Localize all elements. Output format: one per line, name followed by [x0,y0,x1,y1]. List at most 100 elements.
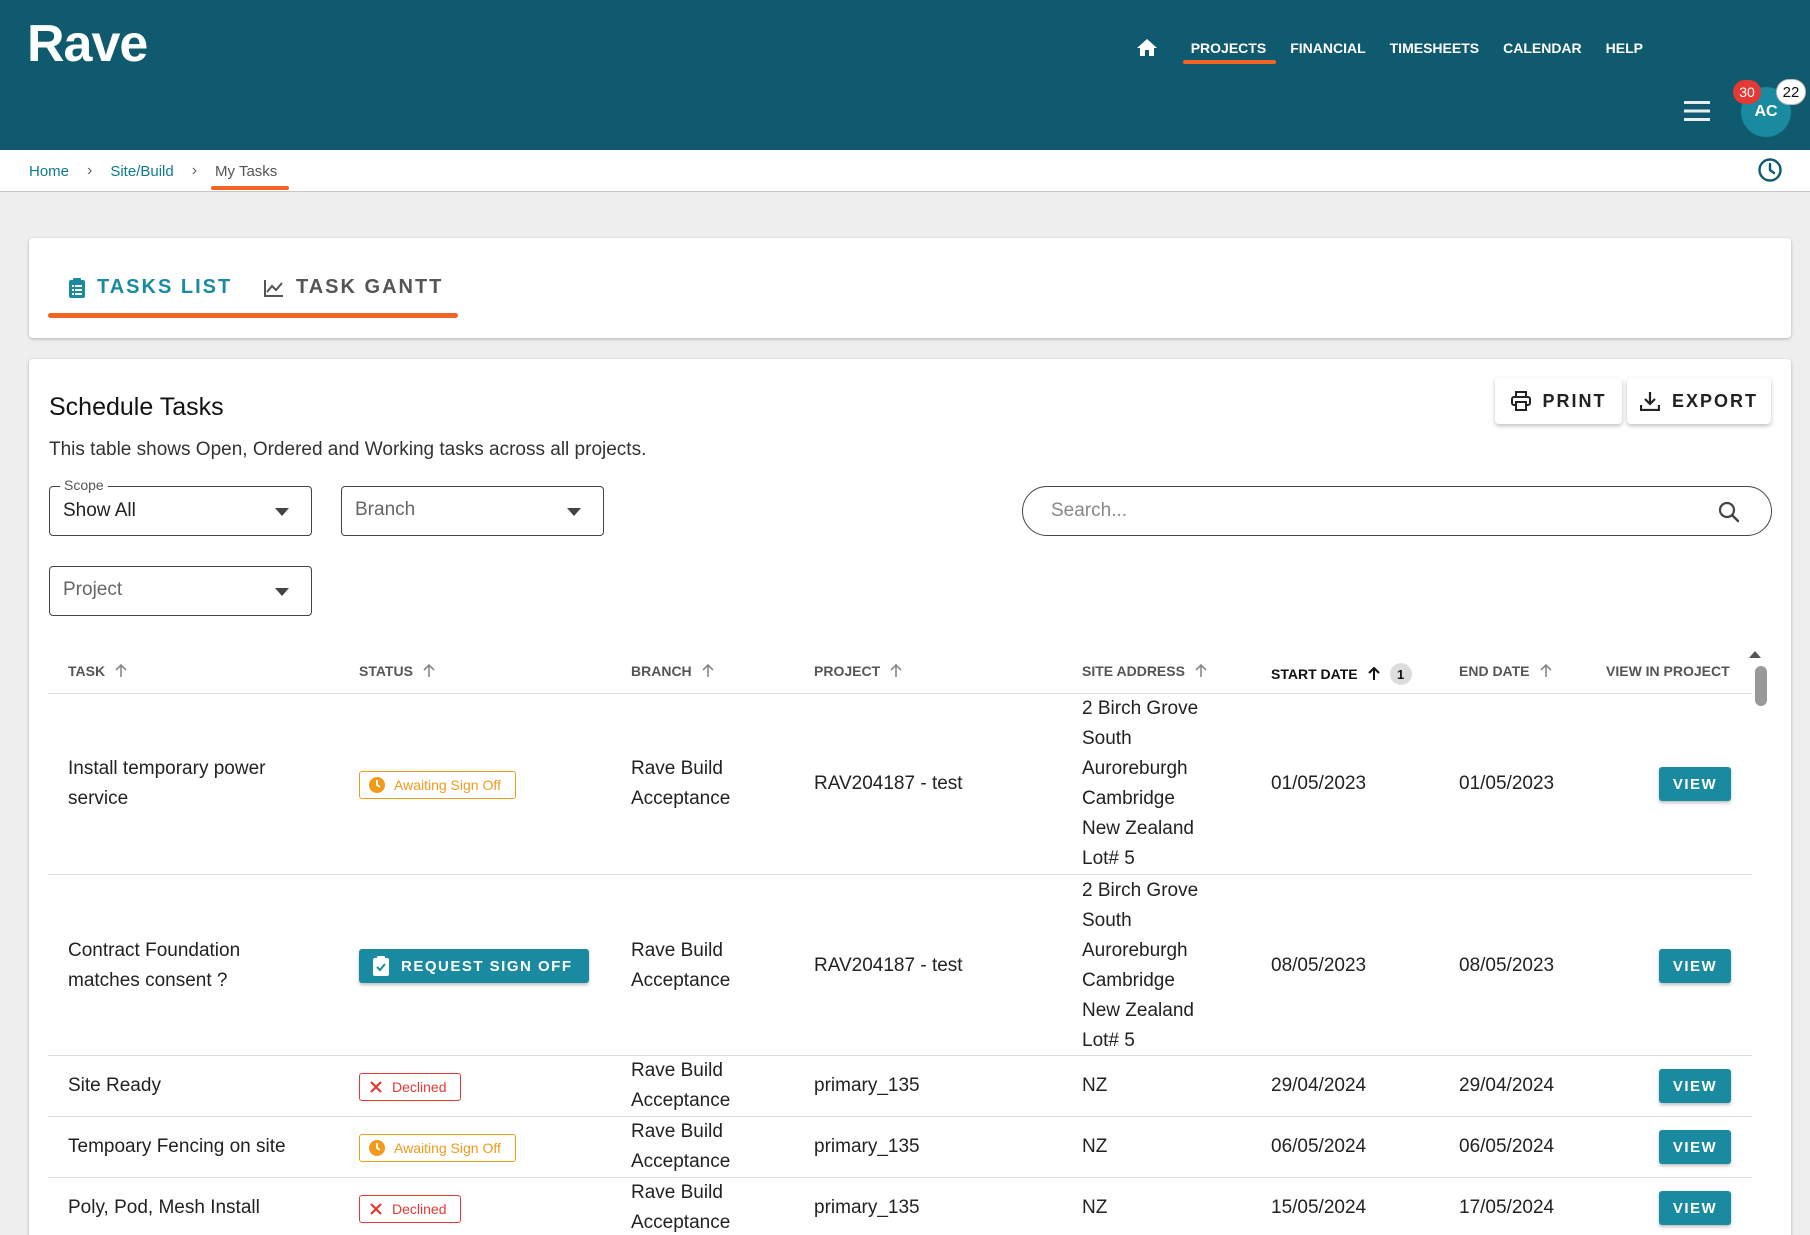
site-address-cell: NZ [1082,1136,1108,1157]
site-address-cell: 2 Birch Grove South Auroreburgh Cambridg… [1082,698,1199,869]
request-sign-off-label: REQUEST SIGN OFF [401,957,573,975]
table-header: TASK STATUS BRANCH PROJECT SITE ADDRESS … [48,649,1752,694]
sort-arrow-up-icon [702,664,714,677]
column-header-end-date[interactable]: END DATE [1459,663,1552,679]
table-row: Contract Foundation matches consent ? RE… [48,875,1752,1056]
close-icon [370,1081,382,1093]
breadcrumb-bar: Home › Site/Build › My Tasks [0,150,1810,192]
end-date-cell: 01/05/2023 [1459,773,1555,794]
project-cell: primary_135 [814,1197,920,1218]
main-nav: PROJECTS FINANCIAL TIMESHEETS CALENDAR H… [1135,36,1655,64]
task-cell: Tempoary Fencing on site [68,1136,286,1157]
view-button[interactable]: VIEW [1659,1069,1731,1103]
nav-timesheets[interactable]: TIMESHEETS [1390,38,1479,58]
table-row: Site Ready Declined Rave Build Acceptanc… [48,1056,1752,1117]
view-button[interactable]: VIEW [1659,1191,1731,1225]
start-date-cell: 06/05/2024 [1271,1136,1367,1157]
message-count-badge[interactable]: 22 [1776,79,1806,105]
scope-select[interactable]: Scope Show All [49,477,312,536]
branch-cell: Rave Build Acceptance [631,1060,731,1111]
breadcrumb-current: My Tasks [211,162,290,190]
status-badge-declined: Declined [359,1073,462,1101]
tab-tasks-list[interactable]: TASKS LIST [69,276,232,299]
column-header-view-in-project: VIEW IN PROJECT [1606,663,1730,679]
nav-help[interactable]: HELP [1606,38,1643,58]
nav-calendar[interactable]: CALENDAR [1503,38,1582,58]
table-row: Poly, Pod, Mesh Install Declined Rave Bu… [48,1178,1752,1235]
column-header-project[interactable]: PROJECT [814,663,902,679]
project-select[interactable]: Project [49,566,312,616]
branch-placeholder: Branch [355,499,416,520]
view-button[interactable]: VIEW [1659,1130,1731,1164]
breadcrumb-home[interactable]: Home [29,163,69,180]
view-button[interactable]: VIEW [1659,767,1731,801]
status-badge-awaiting: Awaiting Sign Off [359,1134,516,1162]
home-icon[interactable] [1135,36,1159,60]
schedule-tasks-card: Schedule Tasks This table shows Open, Or… [29,359,1791,1235]
column-header-task-label: TASK [68,663,106,679]
column-header-end-date-label: END DATE [1459,663,1530,679]
print-button[interactable]: PRINT [1495,378,1622,424]
project-cell: primary_135 [814,1136,920,1157]
status-badge-declined: Declined [359,1195,462,1223]
start-date-cell: 01/05/2023 [1271,773,1367,794]
column-header-status[interactable]: STATUS [359,663,435,679]
nav-financial[interactable]: FINANCIAL [1290,38,1365,58]
project-cell: RAV204187 - test [814,773,963,794]
project-placeholder: Project [63,579,123,600]
column-header-task[interactable]: TASK [68,663,127,679]
column-header-branch[interactable]: BRANCH [631,663,714,679]
tab-task-gantt-label: TASK GANTT [296,276,444,298]
project-cell: primary_135 [814,1075,920,1096]
hamburger-menu-icon[interactable] [1684,100,1710,122]
notification-count-badge[interactable]: 30 [1733,80,1761,104]
nav-projects[interactable]: PROJECTS [1182,38,1277,64]
status-label: Awaiting Sign Off [394,777,501,793]
column-header-start-date[interactable]: START DATE 1 [1271,663,1412,685]
clipboard-list-icon [69,277,85,298]
column-header-branch-label: BRANCH [631,663,692,679]
column-header-view-label: VIEW IN PROJECT [1606,663,1730,679]
history-clock-icon[interactable] [1757,157,1783,183]
end-date-cell: 08/05/2023 [1459,955,1555,976]
breadcrumb-site-build[interactable]: Site/Build [110,163,173,180]
task-cell: Contract Foundation matches consent ? [68,940,241,991]
scope-label: Scope [60,477,108,493]
branch-select[interactable]: Branch [341,486,604,536]
end-date-cell: 29/04/2024 [1459,1075,1555,1096]
line-chart-icon [264,279,283,297]
caret-down-icon [567,508,581,516]
clock-icon [369,777,385,793]
branch-cell: Rave Build Acceptance [631,940,731,991]
view-tabs-card: TASKS LIST TASK GANTT [29,238,1791,338]
print-label: PRINT [1542,390,1607,411]
close-icon [370,1203,382,1215]
view-button[interactable]: VIEW [1659,949,1731,983]
search-icon[interactable] [1717,500,1741,524]
column-header-site-address[interactable]: SITE ADDRESS [1082,663,1207,679]
sort-arrow-up-icon [423,664,435,677]
app-logo[interactable]: Rave [27,14,148,74]
task-cell: Poly, Pod, Mesh Install [68,1197,260,1218]
table-row: Tempoary Fencing on site Awaiting Sign O… [48,1117,1752,1178]
start-date-cell: 29/04/2024 [1271,1075,1367,1096]
request-sign-off-button[interactable]: REQUEST SIGN OFF [359,949,589,983]
export-button[interactable]: EXPORT [1627,378,1771,424]
search-input[interactable] [1051,498,1691,524]
status-label: Declined [392,1079,447,1095]
project-cell: RAV204187 - test [814,955,963,976]
branch-cell: Rave Build Acceptance [631,1182,731,1233]
tab-task-gantt[interactable]: TASK GANTT [264,276,443,299]
start-date-cell: 15/05/2024 [1271,1197,1367,1218]
sort-arrow-up-icon [1539,664,1552,677]
sort-arrow-up-icon [1195,664,1207,677]
table-scrollbar-thumb[interactable] [1755,666,1767,706]
column-header-start-date-label: START DATE [1271,666,1358,682]
breadcrumb: Home › Site/Build › My Tasks [29,162,290,190]
search-box [1022,486,1772,536]
status-label: Awaiting Sign Off [394,1140,501,1156]
download-icon [1639,392,1660,411]
branch-cell: Rave Build Acceptance [631,758,731,809]
sort-order-badge: 1 [1389,663,1412,685]
scroll-up-arrow-icon[interactable] [1749,651,1761,658]
